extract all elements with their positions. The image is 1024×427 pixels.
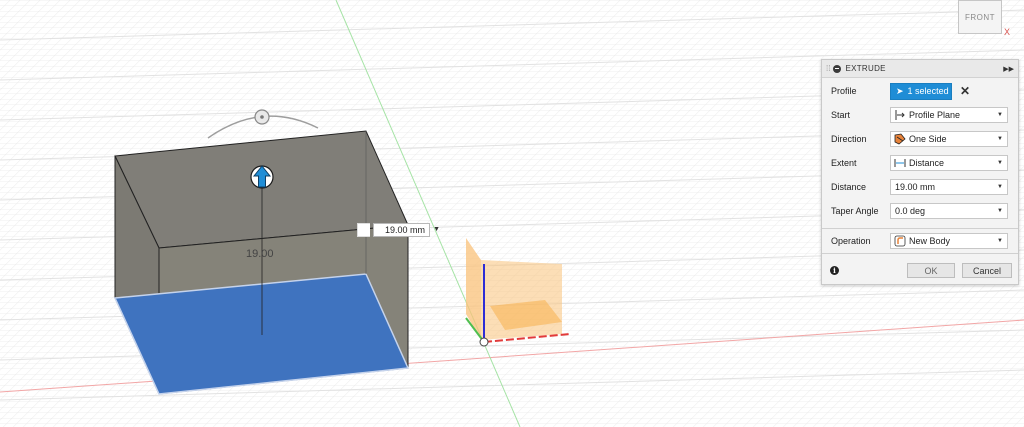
- cancel-button[interactable]: Cancel: [962, 263, 1012, 278]
- distance-row: Distance 19.00 mm ▼: [822, 177, 1018, 197]
- profile-row: Profile ➤ 1 selected ✕: [822, 81, 1018, 101]
- view-cube-front-face[interactable]: FRONT: [958, 0, 1002, 34]
- extent-row: Extent Distance ▼: [822, 153, 1018, 173]
- operation-value: New Body: [909, 236, 951, 246]
- distance-floating-field[interactable]: 19.00 mm: [373, 222, 431, 237]
- drag-grip-icon[interactable]: ⁞⁞: [826, 64, 830, 73]
- view-cube[interactable]: FRONT X: [950, 0, 1012, 40]
- start-select[interactable]: Profile Plane ▼: [890, 107, 1008, 123]
- distance-floating-input[interactable]: 19.00 mm ▼: [357, 221, 440, 238]
- new-body-icon: [894, 235, 906, 247]
- chevron-down-icon[interactable]: ▼: [433, 226, 440, 233]
- chevron-down-icon: ▼: [997, 238, 1003, 244]
- cursor-icon: ➤: [896, 85, 904, 96]
- distance-icon: [894, 157, 906, 169]
- one-side-icon: [894, 133, 906, 145]
- divider: [822, 228, 1018, 229]
- taper-row: Taper Angle 0.0 deg ▼: [822, 201, 1018, 221]
- view-cube-x-label: X: [1004, 27, 1011, 37]
- fast-forward-icon[interactable]: ▶▶: [1003, 65, 1014, 73]
- stop-icon: [833, 64, 842, 73]
- profile-value: 1 selected: [907, 86, 949, 96]
- extent-value: Distance: [909, 158, 945, 168]
- dimension-label: 19.00: [246, 248, 274, 260]
- panel-title: EXTRUDE: [845, 64, 886, 73]
- chevron-down-icon[interactable]: ▼: [997, 208, 1003, 214]
- origin-point[interactable]: [479, 337, 489, 347]
- extent-select[interactable]: Distance ▼: [890, 155, 1008, 171]
- chevron-down-icon: ▼: [997, 112, 1003, 118]
- taper-value[interactable]: 0.0 deg: [895, 206, 997, 216]
- extrude-panel: ⁞⁞ EXTRUDE ▶▶ Profile ➤ 1 selected ✕ Sta…: [821, 59, 1019, 285]
- direction-row: Direction One Side ▼: [822, 129, 1018, 149]
- operation-select[interactable]: New Body ▼: [890, 233, 1008, 249]
- distance-arrow-handle[interactable]: [250, 165, 274, 189]
- chevron-down-icon: ▼: [997, 136, 1003, 142]
- taper-label: Taper Angle: [831, 206, 879, 216]
- start-value: Profile Plane: [909, 110, 961, 120]
- start-row: Start Profile Plane ▼: [822, 105, 1018, 125]
- profile-label: Profile: [831, 86, 857, 96]
- extent-label: Extent: [831, 158, 857, 168]
- taper-angle-input[interactable]: 0.0 deg ▼: [890, 203, 1008, 219]
- profile-plane-icon: [894, 109, 906, 121]
- panel-header[interactable]: ⁞⁞ EXTRUDE ▶▶: [822, 60, 1018, 78]
- distance-input[interactable]: 19.00 mm ▼: [890, 179, 1008, 195]
- clear-selection-icon[interactable]: ✕: [960, 84, 970, 98]
- direction-label: Direction: [831, 134, 867, 144]
- distance-value[interactable]: 19.00 mm: [895, 182, 997, 192]
- direction-select[interactable]: One Side ▼: [890, 131, 1008, 147]
- chevron-down-icon[interactable]: ▼: [997, 184, 1003, 190]
- chevron-down-icon: ▼: [997, 160, 1003, 166]
- operation-row: Operation New Body ▼: [822, 231, 1018, 251]
- profile-select-button[interactable]: ➤ 1 selected: [890, 82, 952, 100]
- direction-value: One Side: [909, 134, 947, 144]
- info-icon[interactable]: i: [830, 266, 839, 275]
- distance-label: Distance: [831, 182, 867, 192]
- ok-button[interactable]: OK: [907, 263, 955, 278]
- operation-label: Operation: [831, 236, 871, 246]
- start-label: Start: [831, 110, 851, 120]
- divider: [822, 253, 1018, 254]
- input-spacer: [357, 222, 371, 237]
